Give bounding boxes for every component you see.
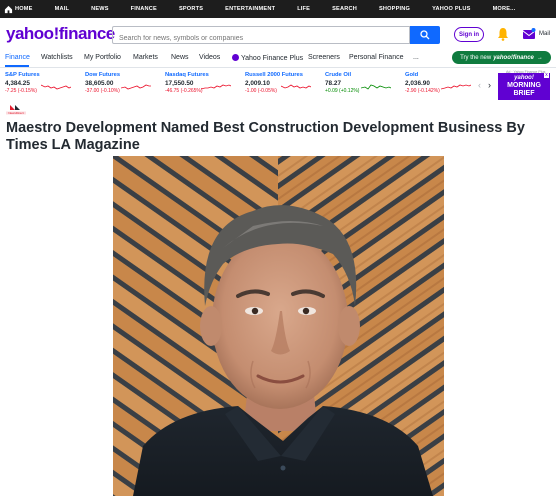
try-label: Try the new [460,54,492,61]
try-brand: yahoo!finance [493,54,534,61]
ticker-russell-2000-futures[interactable]: Russell 2000 Futures 2,009.10 -1.00 (-0.… [245,72,323,100]
search-icon [420,30,430,40]
topbar-shopping[interactable]: SHOPPING [379,6,410,12]
topbar-yahoo-plus[interactable]: YAHOO PLUS [432,6,470,12]
article-photo [113,156,444,496]
ticker-crude-oil[interactable]: Crude Oil 78.27 +0.09 (+0.12%) [325,72,403,100]
newsdirect-logo[interactable]: NewsDirect [6,104,26,116]
topbar-more[interactable]: MORE... [493,6,516,12]
sign-in-button[interactable]: Sign in [454,27,484,42]
sparkline-chart [121,84,151,90]
search-box [112,26,410,47]
ticker-name: Dow Futures [85,72,121,78]
article-headline: Maestro Development Named Best Construct… [6,120,525,153]
ad-brand: yahoo! [514,75,534,81]
ticker-name: Nasdaq Futures [165,72,209,78]
mail-label[interactable]: Mail [539,31,550,37]
sparkline-chart [41,84,71,90]
nav-yahoo-finance-plus[interactable]: Yahoo Finance Plus [232,54,303,62]
nav-watchlists[interactable]: Watchlists [41,54,73,61]
close-icon[interactable]: x [544,73,549,78]
nav-markets[interactable]: Markets [133,54,158,61]
sparkline-chart [281,84,311,89]
nav-personal-finance[interactable]: Personal Finance [349,54,403,61]
nav-screeners[interactable]: Screeners [308,54,340,61]
home-icon[interactable] [4,5,13,14]
bell-icon[interactable] [497,27,509,41]
sparkline-chart [441,84,471,90]
logo-finance-text: finance [58,24,116,43]
ticker-name: Russell 2000 Futures [245,72,303,78]
morning-brief-ad[interactable]: yahoo! MORNING BRIEF x [498,73,550,100]
topbar-mail[interactable]: MAIL [55,6,69,12]
nav-more[interactable]: ... [413,54,419,61]
topbar-search[interactable]: SEARCH [332,6,357,12]
logo-yahoo-text: yahoo [6,24,54,43]
try-new-finance-button[interactable]: Try the new yahoo!finance → [452,51,551,64]
ad-line-1: MORNING [507,82,541,89]
ticker-sp-futures[interactable]: S&P Futures 4,384.25 -7.25 (-0.15%) [5,72,83,100]
ticker-name: Gold [405,72,419,78]
topbar-finance[interactable]: FINANCE [131,6,157,12]
active-tab-indicator [5,65,29,67]
source-logo-text: NewsDirect [8,111,24,115]
search-input[interactable] [113,30,409,47]
ad-line-2: BRIEF [513,90,535,97]
ticker-nasdaq-futures[interactable]: Nasdaq Futures 17,550.50 -46.75 (-0.265%… [165,72,243,100]
nav-finance[interactable]: Finance [5,54,30,61]
ticker-dow-futures[interactable]: Dow Futures 38,605.00 -37.00 (-0.10%) [85,72,163,100]
site-header: yahoo!finance Sign in Mail [0,18,556,50]
topbar-life[interactable]: LIFE [297,6,310,12]
ticker-name: Crude Oil [325,72,352,78]
arrow-right-icon: → [536,54,543,61]
mail-icon[interactable] [522,27,536,41]
ticker-gold[interactable]: Gold 2,036.90 -2.90 (-0.142%) [405,72,483,100]
nav-yahoo-finance-plus-label: Yahoo Finance Plus [241,55,304,62]
topbar-news[interactable]: NEWS [91,6,109,12]
plus-icon [232,54,239,61]
sparkline-chart [201,84,231,90]
chevron-right-icon[interactable]: › [488,80,491,90]
nav-my-portfolio[interactable]: My Portfolio [84,54,121,61]
nav-videos[interactable]: Videos [199,54,220,61]
topbar-home[interactable]: HOME [15,6,33,12]
search-button[interactable] [410,26,440,44]
sparkline-chart [361,84,391,90]
topbar-entertainment[interactable]: ENTERTAINMENT [225,6,275,12]
portrait-image [113,156,444,496]
market-ticker-strip: S&P Futures 4,384.25 -7.25 (-0.15%) Dow … [0,70,556,102]
ticker-name: S&P Futures [5,72,40,78]
nav-news[interactable]: News [171,54,189,61]
topbar-sports[interactable]: SPORTS [179,6,203,12]
top-navigation-bar: HOME MAIL NEWS FINANCE SPORTS ENTERTAINM… [0,0,556,18]
chevron-left-icon[interactable]: ‹ [478,80,481,90]
yahoo-finance-logo[interactable]: yahoo!finance [6,24,115,44]
